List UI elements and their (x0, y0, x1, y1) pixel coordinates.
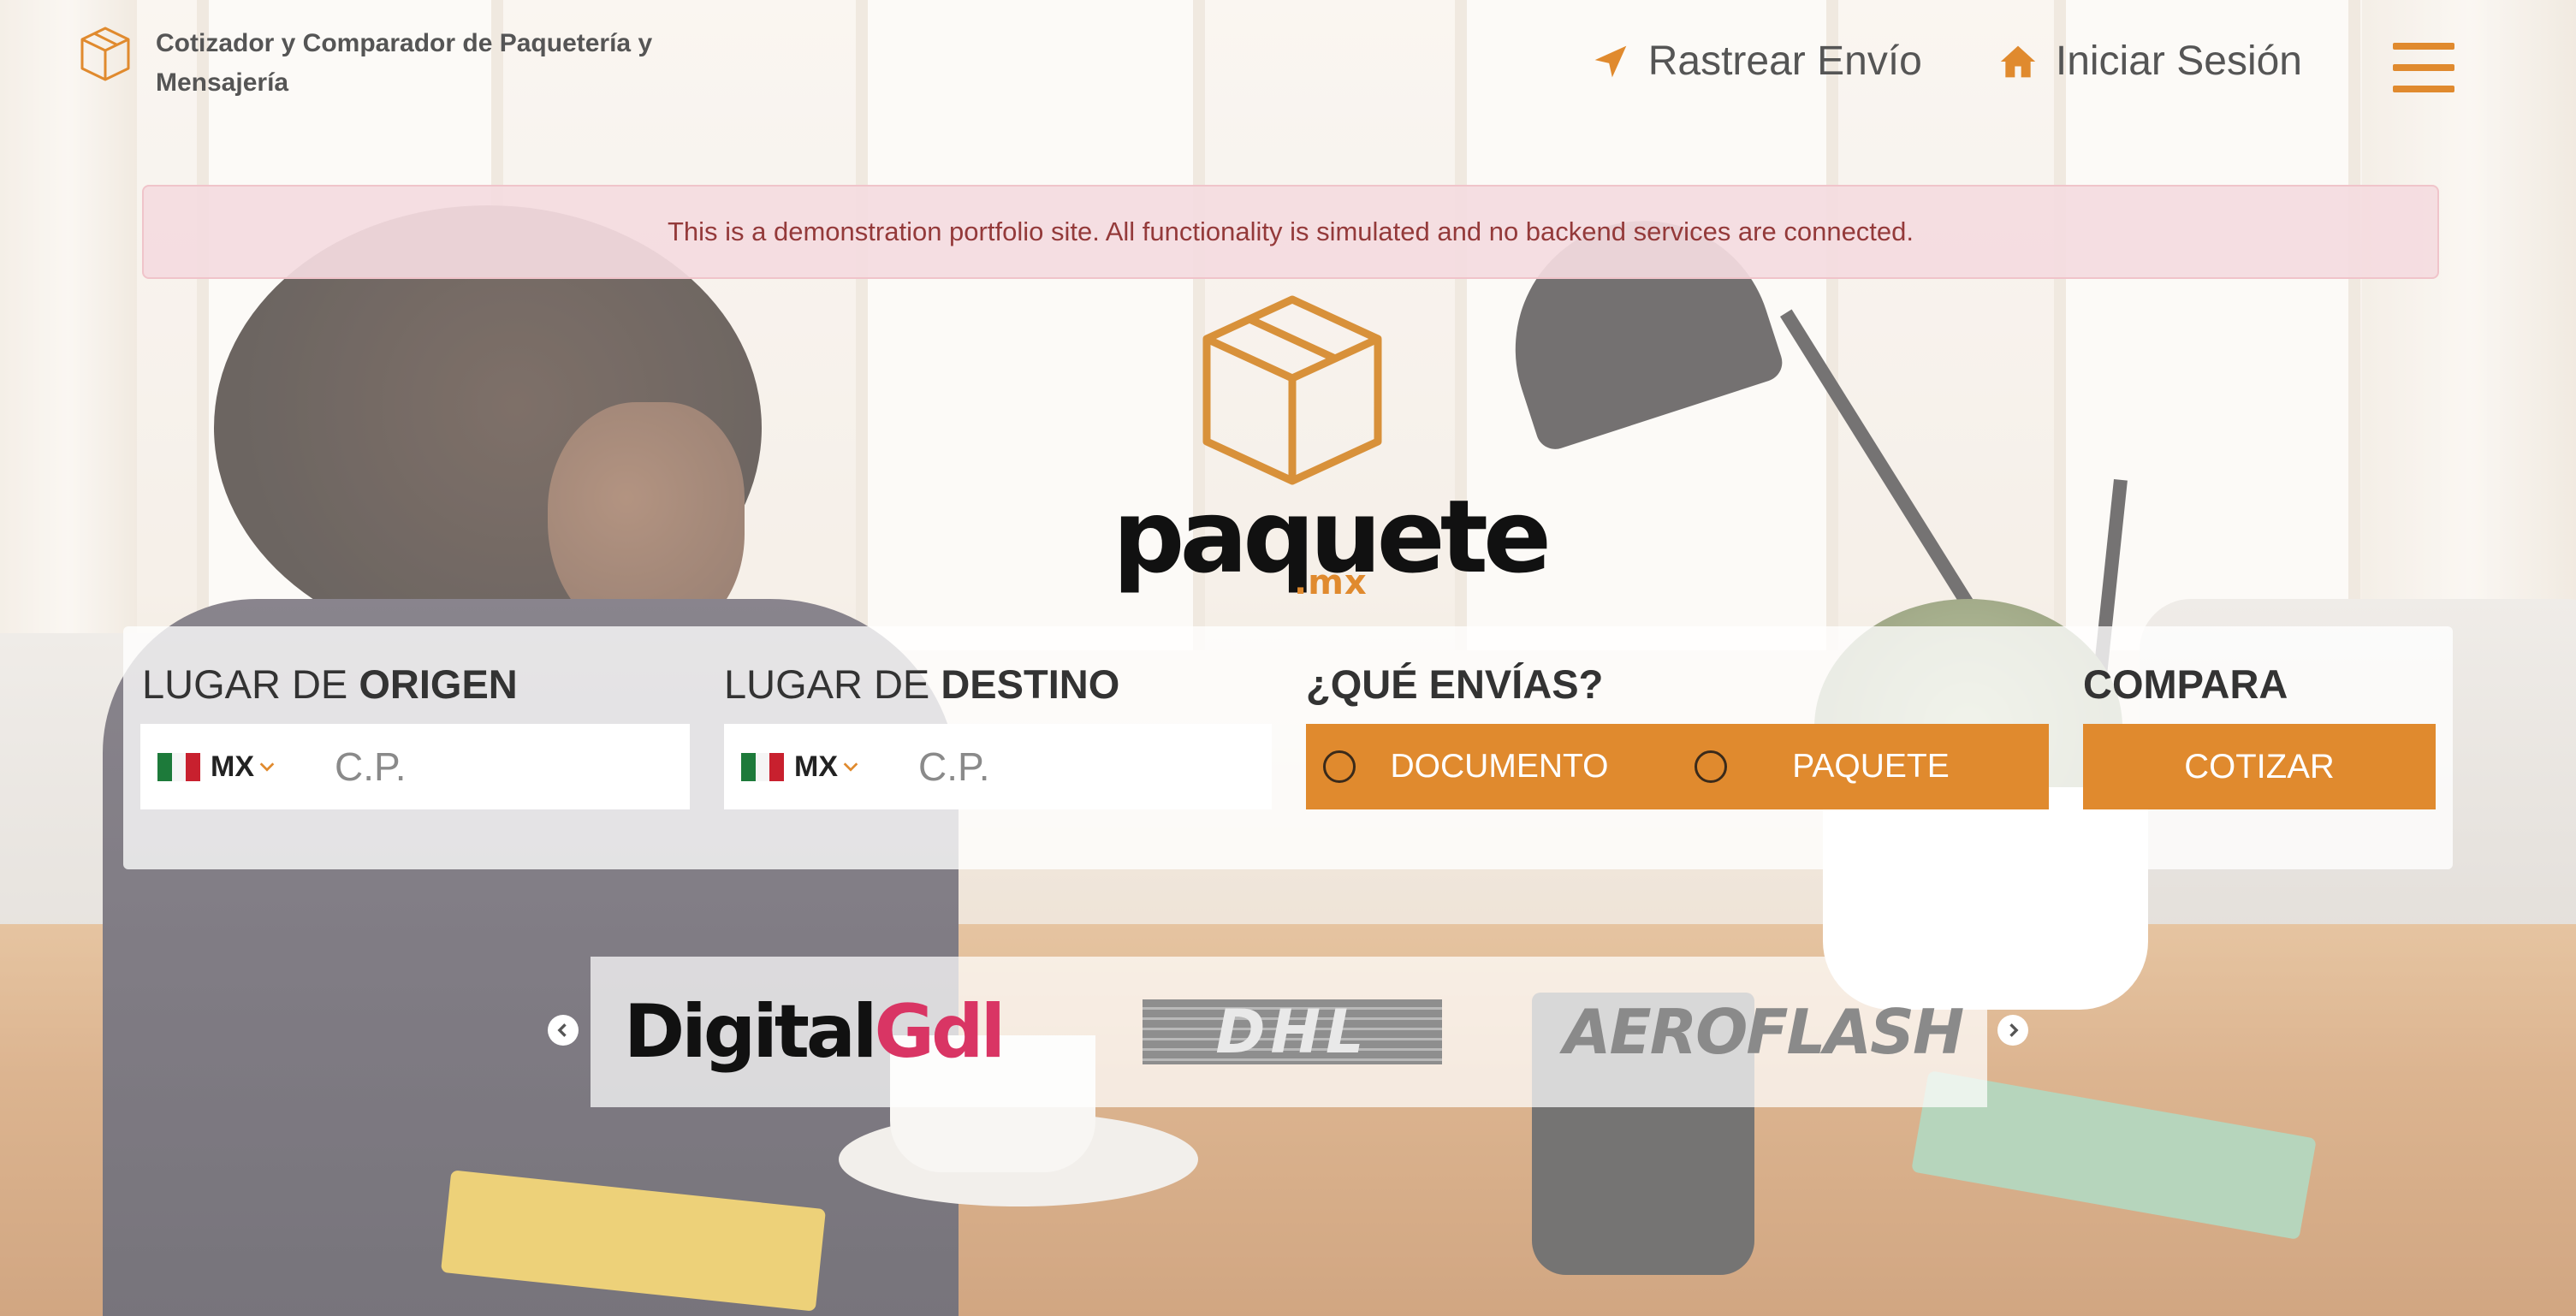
shipment-type-options: DOCUMENTO PAQUETE (1306, 724, 2049, 809)
origin-country-value: MX (211, 750, 254, 783)
mexico-flag-icon (741, 752, 785, 781)
demo-alert-text: This is a demonstration portfolio site. … (667, 216, 1914, 246)
cotizar-button[interactable]: COTIZAR (2083, 724, 2436, 809)
carrier-logo-digitalgdl: DigitalGdl (624, 957, 1006, 1107)
option-documento[interactable]: DOCUMENTO (1306, 724, 1677, 809)
chevron-right-icon (2009, 1023, 2019, 1037)
carousel-next-button[interactable] (1997, 1015, 2028, 1046)
origin-postal-code-input[interactable] (333, 743, 644, 791)
quote-form: LUGAR DE ORIGEN MX LUGAR DE DESTINO MX ¿… (123, 626, 2453, 869)
hamburger-menu-icon[interactable] (2393, 43, 2454, 92)
chevron-down-icon (259, 762, 275, 772)
destination-country-select[interactable]: MX (794, 750, 860, 784)
destination-field: MX (724, 724, 1272, 809)
carrier-dhl-text: DHL (1215, 997, 1369, 1067)
location-arrow-icon (1594, 45, 1627, 77)
carrier-aeroflash-text: AEROFLASH (1563, 996, 1964, 1068)
track-shipment-label: Rastrear Envío (1647, 39, 1922, 84)
cube-logo-icon (1202, 295, 1382, 485)
origin-title: LUGAR DE ORIGEN (142, 661, 518, 707)
home-icon (2000, 45, 2036, 77)
option-paquete[interactable]: PAQUETE (1677, 724, 2049, 809)
logo-wordmark: paquete (1113, 477, 1552, 596)
track-shipment-link[interactable]: Rastrear Envío (1592, 38, 1922, 85)
origin-country-select[interactable]: MX (211, 750, 276, 784)
carriers-carousel: DigitalGdl DHL AEROFLASH (591, 957, 1987, 1107)
origin-field: MX (140, 724, 690, 809)
carousel-prev-button[interactable] (548, 1015, 579, 1046)
login-label: Iniciar Sesión (2055, 39, 2302, 84)
destination-title: LUGAR DE DESTINO (724, 661, 1120, 707)
destination-postal-code-input[interactable] (917, 743, 1228, 791)
demo-alert: This is a demonstration portfolio site. … (142, 185, 2439, 279)
cube-logo-icon (80, 27, 130, 81)
brand[interactable]: Cotizador y Comparador de Paquetería y M… (79, 24, 712, 103)
brand-title: Cotizador y Comparador de Paquetería y M… (156, 29, 653, 97)
mexico-flag-icon (157, 752, 201, 781)
login-link[interactable]: Iniciar Sesión (1999, 38, 2302, 85)
documento-label: DOCUMENTO (1390, 748, 1609, 785)
site-header: Cotizador y Comparador de Paquetería y M… (0, 0, 2576, 137)
chevron-left-icon (557, 1023, 567, 1037)
carrier-digitalgdl-part2: Gdl (874, 989, 1006, 1075)
logo-tld: .mx (1294, 563, 1368, 602)
top-nav: Rastrear Envío Iniciar Sesión (1515, 38, 2302, 85)
carrier-logo-dhl: DHL (1138, 957, 1446, 1107)
chevron-down-icon (843, 762, 858, 772)
carrier-logo-aeroflash: AEROFLASH (1564, 957, 1964, 1107)
paquete-radio[interactable] (1695, 750, 1727, 783)
compare-title: COMPARA (2083, 661, 2288, 707)
paquete-logo: paquete .mx (1113, 291, 1552, 602)
carrier-digitalgdl-part1: Digital (623, 989, 878, 1075)
documento-radio[interactable] (1323, 750, 1356, 783)
destination-country-value: MX (794, 750, 838, 783)
paquete-label: PAQUETE (1792, 748, 1950, 785)
shipment-type-title: ¿QUÉ ENVÍAS? (1306, 661, 1604, 707)
